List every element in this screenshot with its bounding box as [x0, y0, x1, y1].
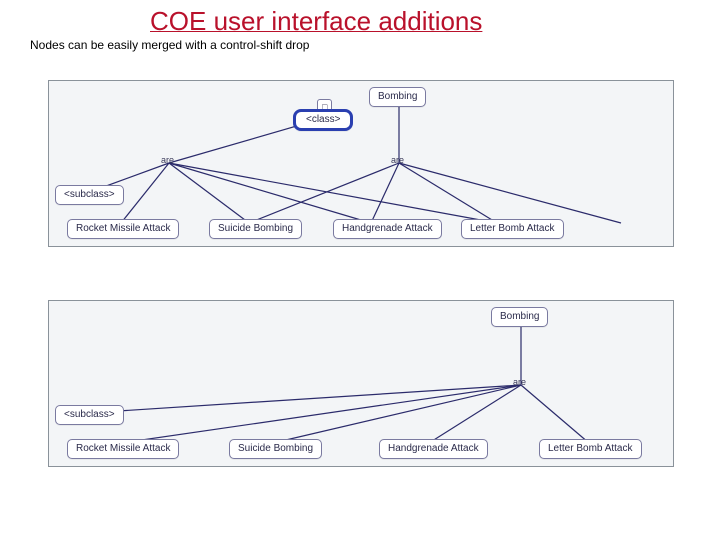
- page-subtitle: Nodes can be easily merged with a contro…: [30, 38, 309, 52]
- node-bombing[interactable]: Bombing: [491, 307, 548, 327]
- edge-label-are-right: are: [391, 155, 404, 165]
- page-title: COE user interface additions: [150, 6, 482, 37]
- node-leaf-letterbomb-attack[interactable]: Letter Bomb Attack: [461, 219, 564, 239]
- node-subclass[interactable]: <subclass>: [55, 405, 124, 425]
- node-bombing[interactable]: Bombing: [369, 87, 426, 107]
- node-class[interactable]: <class>: [293, 109, 353, 131]
- edge-label-are-left: are: [161, 155, 174, 165]
- node-leaf-rocket-missile-attack[interactable]: Rocket Missile Attack: [67, 439, 179, 459]
- node-subclass[interactable]: <subclass>: [55, 185, 124, 205]
- diagram-after: Bombing are <subclass> Rocket Missile At…: [48, 300, 674, 467]
- edge-label-are: are: [513, 377, 526, 387]
- node-leaf-letterbomb-attack[interactable]: Letter Bomb Attack: [539, 439, 642, 459]
- node-leaf-handgrenade-attack[interactable]: Handgrenade Attack: [333, 219, 442, 239]
- node-leaf-handgrenade-attack[interactable]: Handgrenade Attack: [379, 439, 488, 459]
- node-leaf-rocket-missile-attack[interactable]: Rocket Missile Attack: [67, 219, 179, 239]
- diagram-before: Bombing □ <class> are are <subclass> Roc…: [48, 80, 674, 247]
- node-leaf-suicide-bombing[interactable]: Suicide Bombing: [209, 219, 302, 239]
- node-leaf-suicide-bombing[interactable]: Suicide Bombing: [229, 439, 322, 459]
